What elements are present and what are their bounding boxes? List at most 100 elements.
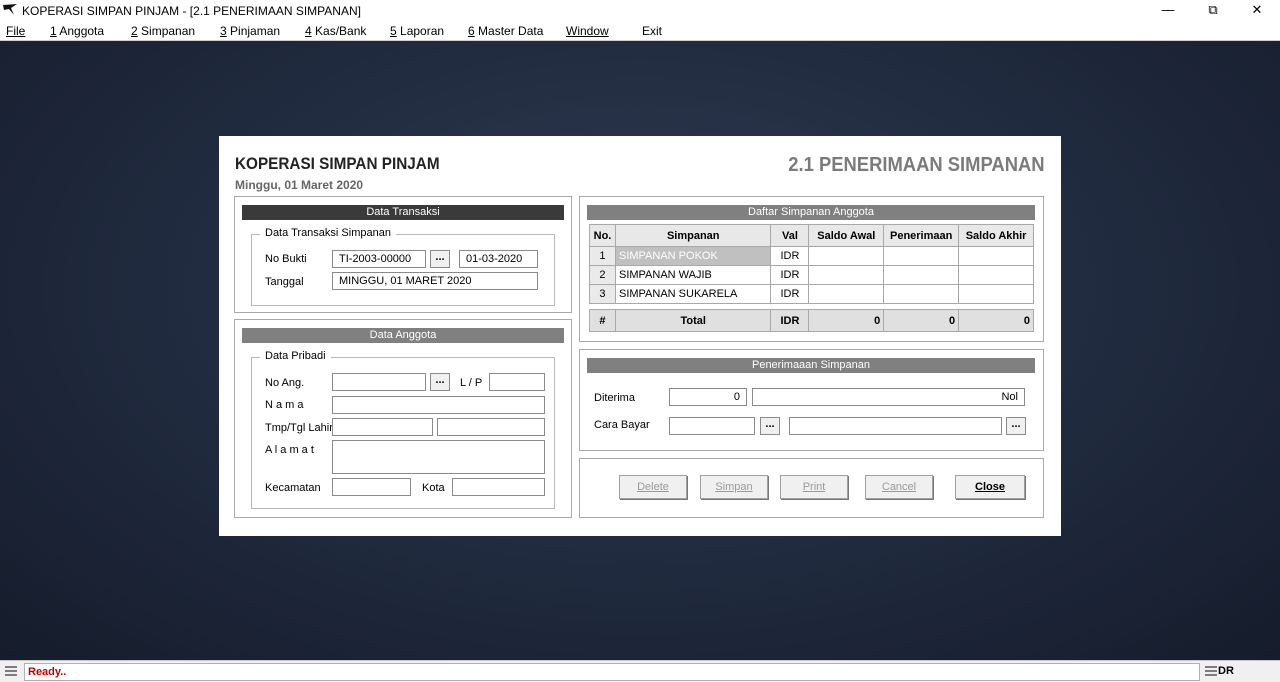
panel-actions: Delete Simpan Print Cancel Close (579, 458, 1044, 518)
simpanan-table: No. Simpanan Val Saldo Awal Penerimaan S… (589, 224, 1034, 332)
diterima-field[interactable]: 0 (669, 388, 747, 406)
no-ang-label: No Ang. (265, 377, 305, 389)
tanggal-field[interactable]: MINGGU, 01 MARET 2020 (332, 272, 538, 290)
cell-saldo-akhir (958, 265, 1034, 285)
col-val: Val (770, 224, 810, 247)
cara-bayar-detail-field[interactable] (789, 417, 1002, 435)
no-bukti-date-field[interactable]: 01-03-2020 (459, 250, 538, 268)
cell-val: IDR (770, 265, 810, 285)
col-penerimaan: Penerimaan (883, 224, 960, 247)
lp-field[interactable] (489, 373, 545, 391)
menu-exit[interactable]: Exit (642, 24, 662, 38)
cell-no: 2 (589, 265, 616, 285)
panel-header: Penerimaaan Simpanan (587, 358, 1035, 373)
panel-header: Data Anggota (242, 328, 564, 343)
kecamatan-label: Kecamatan (265, 482, 321, 494)
col-no: No. (589, 224, 616, 247)
col-simpanan: Simpanan (614, 224, 772, 247)
simpan-button[interactable]: Simpan (700, 475, 768, 499)
tmp-tgl-lahir-label: Tmp/Tgl Lahir (265, 422, 333, 434)
cell-val: IDR (770, 284, 810, 304)
status-right-text: DR (1218, 665, 1234, 677)
total-saldo-akhir: 0 (958, 309, 1034, 332)
cell-saldo-awal (808, 265, 885, 285)
group-data-transaksi-simpanan: Data Transaksi Simpanan (251, 227, 555, 306)
cell-simpanan[interactable]: SIMPANAN SUKARELA (614, 284, 772, 304)
group-label: Data Transaksi Simpanan (260, 227, 396, 239)
menu-bar: File 1 Anggota 2 Simpanan 3 Pinjaman 4 K… (0, 21, 1280, 41)
table-row[interactable]: 1 SIMPANAN POKOK IDR (589, 246, 1034, 266)
menu-simpanan[interactable]: 2 Simpanan (131, 24, 195, 38)
total-no: # (589, 309, 616, 332)
col-saldo-akhir: Saldo Akhir (958, 224, 1034, 247)
menu-pinjaman[interactable]: 3 Pinjaman (220, 24, 280, 38)
alamat-field[interactable] (332, 440, 545, 474)
table-row[interactable]: 2 SIMPANAN WAJIB IDR (589, 265, 1034, 285)
cell-saldo-awal (808, 246, 885, 266)
title-bar: KOPERASI SIMPAN PINJAM - [2.1 PENERIMAAN… (0, 0, 1280, 21)
lp-label: L / P (460, 377, 483, 389)
kota-label: Kota (422, 482, 445, 494)
print-button[interactable]: Print (780, 475, 848, 499)
cell-penerimaan[interactable] (883, 265, 960, 285)
alamat-label: A l a m a t (265, 444, 314, 456)
cancel-button[interactable]: Cancel (865, 475, 933, 499)
panel-header: Daftar Simpanan Anggota (587, 205, 1035, 220)
table-row[interactable]: 3 SIMPANAN SUKARELA IDR (589, 284, 1034, 304)
list-icon (1205, 666, 1217, 676)
app-icon (3, 4, 17, 15)
table-total-row: # Total IDR 0 0 0 (589, 309, 1034, 332)
nama-label: N a m a (265, 399, 304, 411)
table-header-row: No. Simpanan Val Saldo Awal Penerimaan S… (589, 224, 1034, 247)
menu-kas-bank[interactable]: 4 Kas/Bank (305, 24, 366, 38)
panel-data-anggota: Data Anggota Data Pribadi No Ang. ... L … (234, 319, 572, 518)
menu-window[interactable]: Window (566, 24, 609, 38)
kecamatan-field[interactable] (332, 478, 411, 496)
app-title: KOPERASI SIMPAN PINJAM (235, 154, 440, 173)
kota-field[interactable] (452, 478, 545, 496)
cell-penerimaan[interactable] (883, 246, 960, 266)
no-ang-lookup-button[interactable]: ... (430, 373, 450, 391)
panel-data-transaksi: Data Transaksi Data Transaksi Simpanan N… (234, 196, 572, 313)
panel-penerimaan-simpanan: Penerimaaan Simpanan Diterima 0 Nol Cara… (579, 349, 1044, 451)
total-val: IDR (770, 309, 810, 332)
cell-penerimaan[interactable] (883, 284, 960, 304)
menu-laporan[interactable]: 5 Laporan (390, 24, 444, 38)
total-saldo-awal: 0 (808, 309, 885, 332)
diterima-label: Diterima (594, 392, 635, 404)
total-penerimaan: 0 (883, 309, 960, 332)
no-bukti-field[interactable]: TI-2003-00000 (332, 250, 426, 268)
cara-bayar-field[interactable] (669, 417, 755, 435)
no-ang-field[interactable] (332, 373, 426, 391)
list-icon (5, 666, 17, 676)
group-label: Data Pribadi (260, 350, 331, 362)
col-saldo-awal: Saldo Awal (808, 224, 885, 247)
close-window-button[interactable]: ✕ (1234, 0, 1280, 21)
menu-file[interactable]: File (6, 24, 25, 38)
menu-master-data[interactable]: 6 Master Data (468, 24, 543, 38)
tempat-lahir-field[interactable] (332, 418, 433, 436)
tanggal-lahir-field[interactable] (437, 418, 545, 436)
cara-bayar-label: Cara Bayar (594, 419, 650, 431)
no-bukti-lookup-button[interactable]: ... (430, 250, 450, 268)
minimize-button[interactable]: — (1145, 0, 1191, 21)
panel-daftar-simpanan: Daftar Simpanan Anggota No. Simpanan Val… (579, 196, 1044, 342)
total-label: Total (614, 309, 772, 332)
cell-saldo-akhir (958, 284, 1034, 304)
nama-field[interactable] (332, 396, 545, 414)
cara-bayar-detail-lookup-button[interactable]: ... (1006, 417, 1026, 435)
cell-no: 3 (589, 284, 616, 304)
cell-simpanan[interactable]: SIMPANAN WAJIB (614, 265, 772, 285)
cell-no: 1 (589, 246, 616, 266)
status-text: Ready.. (24, 663, 1200, 681)
cell-val: IDR (770, 246, 810, 266)
restore-button[interactable]: ⧉ (1190, 0, 1236, 21)
panel-header: Data Transaksi (242, 205, 564, 220)
form-heading: 2.1 PENERIMAAN SIMPANAN (788, 154, 1045, 176)
close-button[interactable]: Close (955, 475, 1025, 499)
delete-button[interactable]: Delete (619, 475, 687, 499)
menu-anggota[interactable]: 1 Anggota (50, 24, 104, 38)
cara-bayar-lookup-button[interactable]: ... (760, 417, 780, 435)
cell-simpanan[interactable]: SIMPANAN POKOK (614, 246, 772, 266)
form-date: Minggu, 01 Maret 2020 (235, 178, 364, 192)
